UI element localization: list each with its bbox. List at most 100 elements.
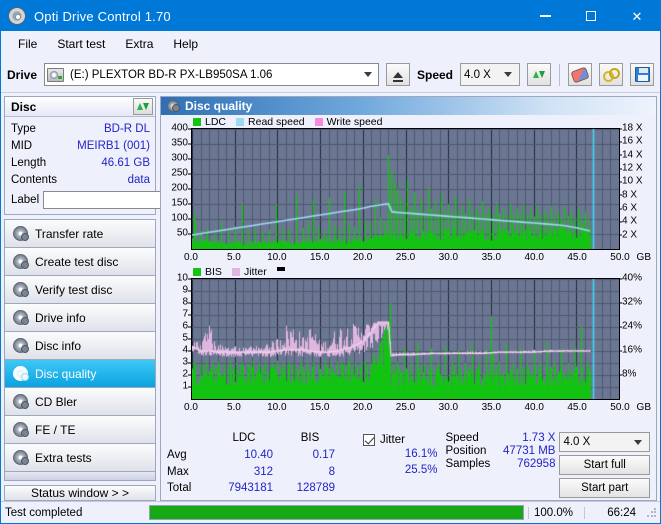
ldc-chart-plot [191, 128, 620, 250]
start-part-button[interactable]: Start part [559, 478, 650, 498]
stats-total-ldc: 7943181 [228, 482, 273, 495]
disc-drive-icon [13, 310, 29, 325]
axis-tick-label: 250 [171, 167, 191, 179]
speed-stat-value: 1.73 X [522, 432, 556, 444]
axis-tick-label: 4 [182, 344, 191, 356]
jitter-max-value: 25.5% [404, 464, 438, 476]
axis-tick-label: 15.0 [309, 252, 330, 263]
legend-swatch-ldc [193, 117, 201, 126]
bis-chart-plot [191, 278, 620, 400]
tools-icon [602, 67, 620, 82]
axis-tick-label: 7 [182, 308, 191, 320]
disc-quality-icon [167, 100, 180, 112]
axis-tick-label: 2 X [618, 229, 638, 241]
axis-tick-label: 2 [182, 368, 191, 380]
disc-bler-icon [13, 394, 29, 409]
maximize-icon [586, 11, 596, 21]
disc-label-row: Label [11, 189, 252, 210]
start-full-button[interactable]: Start full [559, 455, 650, 475]
resize-grip[interactable] [646, 506, 658, 519]
sidebar-item-label: Create test disc [35, 254, 119, 269]
sidebar-item-label: FE / TE [35, 422, 76, 437]
axis-tick-label: 100 [171, 212, 191, 224]
eraser-icon [570, 66, 590, 83]
axis-tick-label: 200 [171, 182, 191, 194]
save-button[interactable] [630, 63, 654, 86]
legend-label-write-speed: Write speed [326, 115, 383, 128]
refresh-icon-down [539, 71, 545, 78]
disc-info-icon [13, 338, 29, 353]
drive-select[interactable]: (E:) PLEXTOR BD-R PX-LB950SA 1.06 [44, 63, 379, 86]
bis-chart-y-axis: 1 2 3 4 5 6 7 8 9 10 [163, 273, 192, 400]
window-title: Opti Drive Control 1.70 [34, 8, 171, 24]
axis-unit-label: GB [636, 252, 651, 263]
disc-length-value: 46.61 GB [101, 156, 150, 169]
drive-toolbar: Drive (E:) PLEXTOR BD-R PX-LB950SA 1.06 … [1, 57, 660, 93]
speed-select[interactable]: 4.0 X [460, 63, 520, 86]
app-disc-icon [8, 7, 26, 25]
disc-extra-icon [13, 450, 29, 465]
jitter-checkbox[interactable] [363, 434, 375, 446]
refresh-button[interactable] [527, 63, 551, 86]
sidebar-item-fe-te[interactable]: FE / TE [5, 416, 155, 444]
legend-swatch-write-speed [314, 117, 323, 126]
status-message: Test completed [5, 506, 83, 519]
erase-button[interactable] [568, 63, 592, 86]
menu-item-file[interactable]: File [9, 34, 46, 54]
sidebar-item-label: Disc info [35, 338, 82, 353]
bis-chart-x-axis: 0.0 5.0 10.0 15.0 20.0 25.0 30.0 35.0 40.0 45.0 50… [184, 400, 651, 415]
axis-tick-label: 10 [176, 272, 192, 284]
body-split: Disc Type BD-R DL MID MEIRB1 (001) Lengt… [1, 93, 660, 501]
axis-tick-label: 40.0 [524, 252, 544, 263]
eject-button[interactable] [385, 63, 410, 86]
disc-panel-title: Disc [11, 99, 37, 114]
legend-swatch-bis [193, 267, 201, 276]
stats-corner [167, 432, 209, 448]
disc-label-label: Label [11, 193, 40, 206]
axis-tick-label: 32% [618, 296, 643, 308]
sidebar-item-label: Verify test disc [35, 282, 113, 297]
chevron-down-icon [634, 439, 642, 445]
refresh-icon-down [143, 103, 149, 110]
progress-percent: 100.0% [528, 506, 584, 519]
sidebar-item-extra-tests[interactable]: Extra tests [5, 444, 155, 472]
axis-tick-label: 10 X [619, 175, 643, 187]
axis-tick-label: 5.0 [226, 252, 241, 263]
chevron-down-icon [363, 72, 372, 77]
jitter-toggle[interactable]: Jitter [347, 432, 441, 448]
sidebar-item-disc-info[interactable]: Disc info [5, 332, 155, 360]
tools-button[interactable] [599, 63, 623, 86]
sidebar-item-drive-info[interactable]: Drive info [5, 304, 155, 332]
sidebar-item-transfer-rate[interactable]: Transfer rate [5, 220, 155, 248]
menu-bar: File Start test Extra Help [1, 31, 660, 57]
axis-tick-label: 3 [182, 356, 191, 368]
disc-refresh-button[interactable] [133, 98, 153, 115]
status-window-button[interactable]: Status window > > [4, 484, 156, 501]
axis-tick-label: 9 [182, 284, 191, 296]
sidebar-item-create-test-disc[interactable]: Create test disc [5, 248, 155, 276]
disc-mid-label: MID [11, 139, 33, 152]
close-button[interactable]: ✕ [614, 1, 660, 31]
legend-label-ldc: LDC [205, 115, 227, 128]
axis-tick-label: 50 [176, 227, 192, 239]
minimize-button[interactable] [522, 1, 568, 31]
axis-tick-label: 150 [171, 197, 191, 209]
sidebar-item-verify-test-disc[interactable]: Verify test disc [5, 276, 155, 304]
axis-tick-label: 30.0 [438, 402, 459, 413]
disc-create-icon [13, 254, 29, 269]
menu-item-help[interactable]: Help [164, 34, 207, 54]
test-speed-value: 4.0 X [563, 436, 591, 448]
maximize-button[interactable] [568, 1, 614, 31]
axis-tick-label: 10.0 [267, 402, 287, 413]
menu-item-extra[interactable]: Extra [116, 34, 162, 54]
title-bar: Opti Drive Control 1.70 ✕ [1, 1, 660, 31]
main-panel: Disc quality LDC Read speed Write speed … [160, 96, 657, 501]
menu-item-start-test[interactable]: Start test [48, 34, 114, 54]
disc-contents-value: data [127, 173, 150, 186]
axis-tick-label: 45.0 [567, 402, 587, 413]
legend-swatch-read-speed [236, 117, 245, 126]
axis-tick-label: 8% [618, 368, 637, 380]
sidebar-item-disc-quality[interactable]: Disc quality [5, 360, 155, 388]
sidebar-item-cd-bler[interactable]: CD Bler [5, 388, 155, 416]
test-speed-select[interactable]: 4.0 X [559, 432, 650, 452]
